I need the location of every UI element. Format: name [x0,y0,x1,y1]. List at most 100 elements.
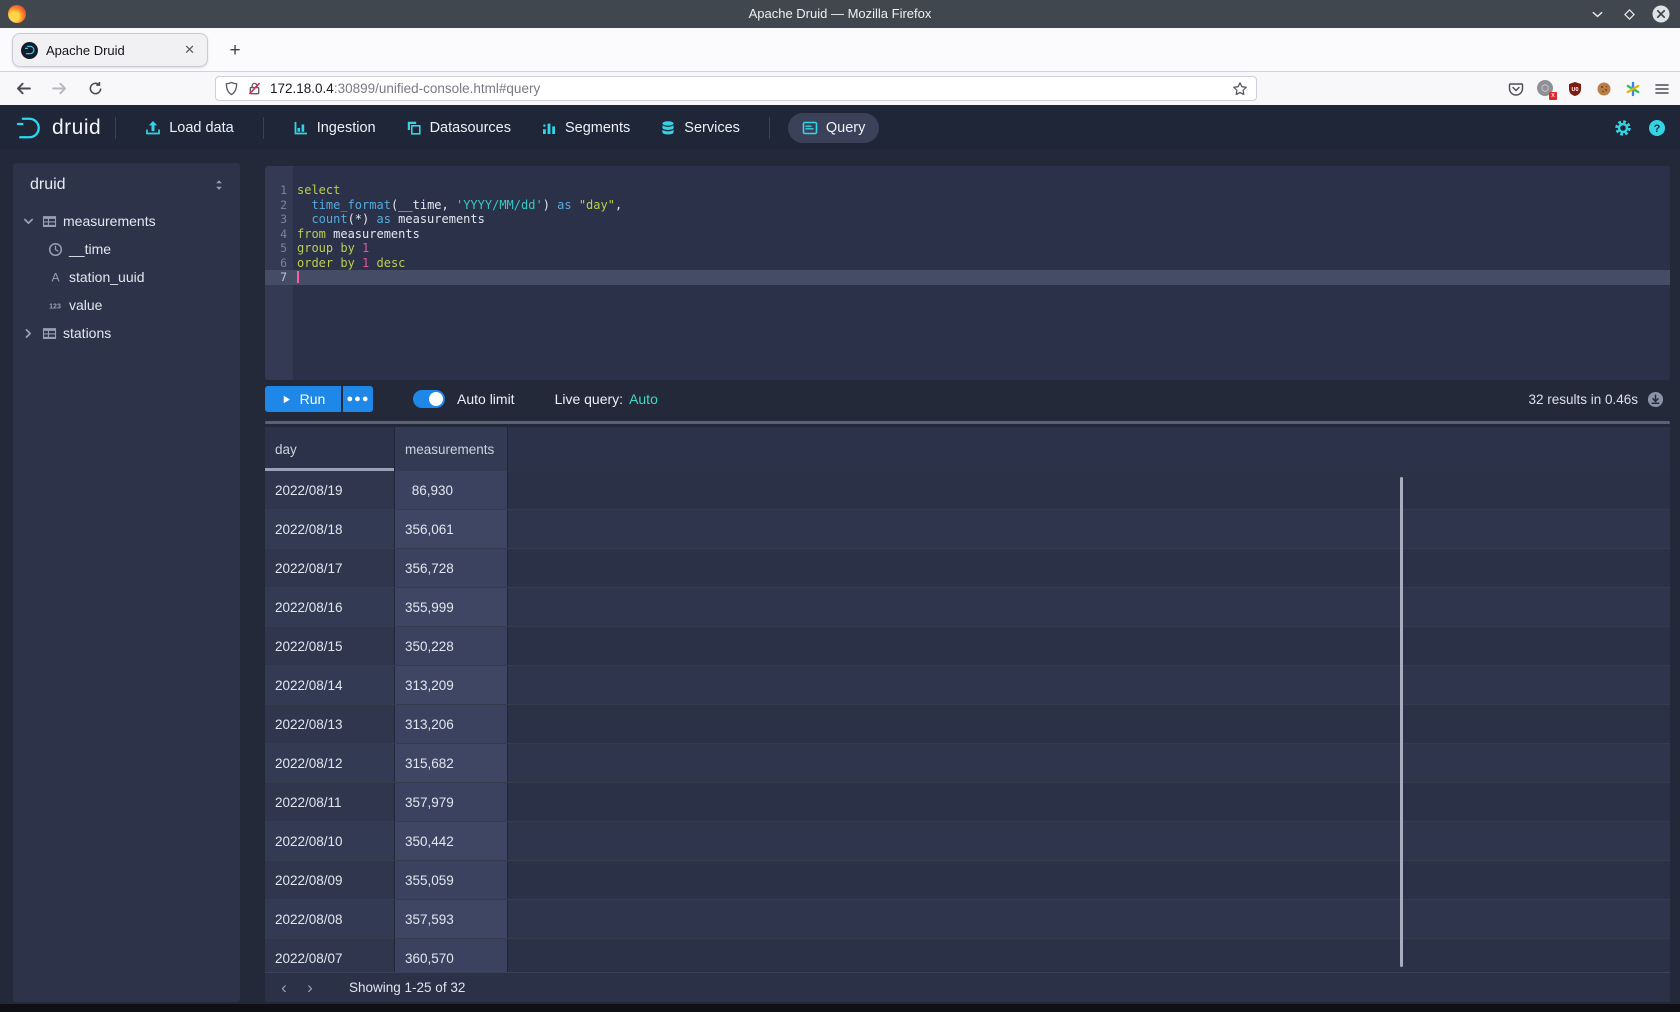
menu-icon[interactable] [1654,81,1670,97]
cell-filler [508,510,1670,548]
sql-editor[interactable]: 1select2 time_format(__time, 'YYYY/MM/dd… [265,166,1670,380]
nav-query[interactable]: Query [788,113,880,143]
window-titlebar: Apache Druid — Mozilla Firefox [0,0,1680,28]
run-more-button[interactable]: ●●● [343,386,373,412]
cell-day[interactable]: 2022/08/10 [265,822,395,860]
cell-day[interactable]: 2022/08/14 [265,666,395,704]
chevron-down-icon[interactable] [21,215,35,228]
help-icon[interactable]: ? [1648,119,1666,137]
forward-icon[interactable] [44,76,74,102]
nav-datasources[interactable]: Datasources [391,105,526,150]
cell-measurements[interactable]: 356,728 [395,549,508,587]
live-query-value[interactable]: Auto [629,391,658,407]
extension-asterisk-icon[interactable] [1625,81,1641,97]
run-button[interactable]: Run [265,386,341,412]
nav-segments[interactable]: Segments [526,105,645,150]
settings-gear-icon[interactable] [1614,119,1632,137]
prev-page-icon[interactable]: ‹ [271,976,297,1000]
cell-day[interactable]: 2022/08/15 [265,627,395,665]
cell-measurements[interactable]: 350,442 [395,822,508,860]
column-station_uuid[interactable]: Astation_uuid [13,263,240,291]
nav-load-data[interactable]: Load data [130,105,249,150]
ublock-icon[interactable]: U0 [1567,81,1583,97]
code-line: select [297,183,1670,198]
cell-measurements[interactable]: 356,061 [395,510,508,548]
new-tab-button[interactable]: + [222,38,248,64]
pocket-icon[interactable] [1508,81,1524,97]
column-value[interactable]: 123value [13,291,240,319]
cell-measurements[interactable]: 355,999 [395,588,508,626]
bookmark-star-icon[interactable] [1232,81,1248,97]
download-icon[interactable] [1647,391,1664,408]
cell-filler [508,744,1670,782]
browser-tab[interactable]: Apache Druid ✕ [12,33,208,67]
datasource-stations[interactable]: stations [13,319,240,347]
cell-filler [508,627,1670,665]
schema-name: druid [30,176,212,194]
cell-measurements[interactable]: 315,682 [395,744,508,782]
reload-icon[interactable] [80,76,110,102]
cell-day[interactable]: 2022/08/09 [265,861,395,899]
table-row: 2022/08/18356,061 [265,510,1670,549]
cell-measurements[interactable]: 313,206 [395,705,508,743]
auto-limit-toggle[interactable] [413,390,445,408]
app-nav: Load data IngestionDatasourcesSegmentsSer… [130,105,883,150]
cell-measurements[interactable]: 355,059 [395,861,508,899]
cell-measurements[interactable]: 357,593 [395,900,508,938]
cell-day[interactable]: 2022/08/13 [265,705,395,743]
tab-close-icon[interactable]: ✕ [180,40,199,60]
table-row: 2022/08/11357,979 [265,783,1670,822]
cell-measurements[interactable]: 86,930 [395,471,508,509]
minimize-icon[interactable] [1588,5,1606,23]
cell-day[interactable]: 2022/08/07 [265,939,395,972]
cell-day[interactable]: 2022/08/18 [265,510,395,548]
svg-text:123: 123 [49,302,61,310]
cell-day[interactable]: 2022/08/16 [265,588,395,626]
double-caret-icon[interactable] [212,178,226,192]
schema-selector[interactable]: druid [13,163,240,207]
close-icon[interactable] [1652,5,1670,23]
back-icon[interactable] [8,76,38,102]
cell-measurements[interactable]: 360,570 [395,939,508,972]
nav-ingestion[interactable]: Ingestion [278,105,391,150]
shield-icon[interactable] [224,81,239,96]
table-scrollbar[interactable] [1400,477,1403,967]
table-row: 2022/08/13313,206 [265,705,1670,744]
cell-day[interactable]: 2022/08/12 [265,744,395,782]
svg-text:A: A [51,270,60,284]
svg-text:U0: U0 [1571,86,1578,92]
nav-services[interactable]: Services [645,105,755,150]
code-line: from measurements [297,227,1670,242]
schema-sidebar: druid measurements__timeAstation_uuid123… [13,163,240,1002]
splitter-handle[interactable] [265,421,1670,424]
svg-text:?: ? [1654,123,1661,135]
next-page-icon[interactable]: › [297,976,323,1000]
cell-measurements[interactable]: 357,979 [395,783,508,821]
column-header-measurements[interactable]: measurements [395,427,508,471]
cell-day[interactable]: 2022/08/11 [265,783,395,821]
ingestion-icon [293,120,309,136]
cell-measurements[interactable]: 313,209 [395,666,508,704]
play-icon [281,394,292,405]
druid-logo[interactable]: druid [14,113,101,143]
maximize-icon[interactable] [1620,5,1638,23]
column-__time[interactable]: __time [13,235,240,263]
cell-day[interactable]: 2022/08/19 [265,471,395,509]
table-row: 2022/08/09355,059 [265,861,1670,900]
table-row: 2022/08/16355,999 [265,588,1670,627]
cell-day[interactable]: 2022/08/08 [265,900,395,938]
column-header-day[interactable]: day [265,427,395,471]
load-data-icon [145,120,161,136]
extension-icon[interactable]: ⬡x [1537,80,1554,97]
tab-strip: Apache Druid ✕ + [0,28,1680,72]
pagination-status: Showing 1-25 of 32 [349,980,465,995]
cell-measurements[interactable]: 350,228 [395,627,508,665]
cell-day[interactable]: 2022/08/17 [265,549,395,587]
url-bar[interactable]: 172.18.0.4:30899/unified-console.html#qu… [215,76,1257,101]
datasource-measurements[interactable]: measurements [13,207,240,235]
line-number: 3 [265,212,287,227]
cookie-icon[interactable] [1596,81,1612,97]
chevron-right-icon[interactable] [21,327,35,340]
insecure-lock-icon[interactable] [247,81,262,96]
separator [263,117,264,139]
